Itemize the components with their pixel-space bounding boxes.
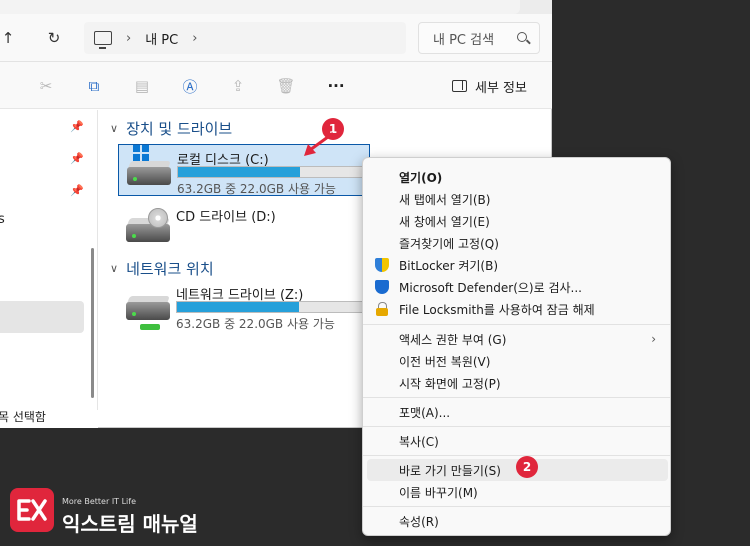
menu-item-properties[interactable]: 속성(R)	[367, 510, 668, 532]
windows-logo-icon	[133, 145, 149, 161]
copy-icon[interactable]: ⧉	[84, 76, 104, 96]
chevron-down-icon: ∨	[110, 262, 119, 275]
command-bar: ✂ ⧉ ▤ Ⓐ ⇪ 🗑 ··· 세부 정보	[0, 62, 552, 109]
submenu-arrow-icon: ›	[651, 332, 656, 346]
navigation-pane: 📌 📌 📌 s 목 선택함	[0, 110, 98, 428]
breadcrumb-this-pc[interactable]: 내 PC	[145, 29, 178, 48]
sidebar-item-selected[interactable]	[0, 301, 84, 333]
drive-space-info: 63.2GB 중 22.0GB 사용 가능	[176, 317, 335, 331]
this-pc-icon	[94, 31, 112, 49]
brand-logo-mark-icon	[17, 499, 47, 521]
drive-usage-bar	[177, 166, 367, 178]
pin-icon[interactable]: 📌	[70, 152, 84, 165]
menu-separator	[363, 324, 670, 325]
menu-separator	[363, 506, 670, 507]
paste-icon[interactable]: ▤	[132, 76, 152, 96]
rename-icon[interactable]: Ⓐ	[180, 76, 200, 96]
local-disk-icon	[127, 145, 171, 185]
context-menu: 열기(O) 새 탭에서 열기(B) 새 창에서 열기(E) 즐겨찾기에 고정(Q…	[362, 157, 671, 536]
status-selected-count: 목 선택함	[0, 410, 46, 424]
pin-icon[interactable]: 📌	[70, 120, 84, 133]
sidebar-scrollbar[interactable]	[91, 248, 94, 398]
menu-item-copy[interactable]: 복사(C)	[367, 430, 668, 452]
menu-separator	[363, 455, 670, 456]
menu-item-label: File Locksmith를 사용하여 잠금 해제	[399, 302, 595, 317]
menu-separator	[363, 397, 670, 398]
menu-item-open-new-tab[interactable]: 새 탭에서 열기(B)	[367, 188, 668, 210]
menu-item-give-access[interactable]: 액세스 권한 부여 (G) ›	[367, 328, 668, 350]
up-arrow-icon[interactable]: ↑	[0, 26, 20, 50]
defender-shield-icon	[375, 280, 389, 294]
brand-tagline: More Better IT Life	[62, 497, 137, 506]
step-badge-2: 2	[516, 456, 538, 478]
drive-z[interactable]: 네트워크 드라이브 (Z:) 63.2GB 중 22.0GB 사용 가능	[118, 280, 370, 332]
menu-item-locksmith[interactable]: File Locksmith를 사용하여 잠금 해제	[367, 298, 668, 320]
breadcrumb-expand-icon[interactable]: ›	[192, 31, 197, 46]
drive-usage-bar	[176, 301, 366, 313]
tab-strip	[0, 0, 552, 14]
drive-usage-fill	[177, 302, 300, 312]
chevron-down-icon: ∨	[110, 122, 119, 135]
drive-d[interactable]: CD 드라이브 (D:)	[118, 202, 370, 254]
group-header-network[interactable]: ∨ 네트워크 위치	[110, 258, 214, 279]
details-label: 세부 정보	[475, 80, 527, 96]
menu-item-restore-versions[interactable]: 이전 버전 복원(V)	[367, 350, 668, 372]
menu-item-bitlocker[interactable]: BitLocker 켜기(B)	[367, 254, 668, 276]
sidebar-item-label[interactable]: s	[0, 212, 5, 227]
menu-item-rename[interactable]: 이름 바꾸기(M)	[367, 481, 668, 503]
search-icon	[517, 32, 527, 42]
cd-drive-icon	[126, 208, 170, 242]
drive-usage-fill	[178, 167, 301, 177]
menu-item-label: BitLocker 켜기(B)	[399, 258, 499, 273]
share-icon[interactable]: ⇪	[228, 76, 248, 96]
pointer-arrow-icon	[304, 132, 334, 156]
brand-title: 익스트림 매뉴얼	[62, 512, 198, 536]
refresh-icon[interactable]: ↻	[42, 26, 66, 50]
group-title: 네트워크 위치	[126, 260, 214, 278]
menu-separator	[363, 426, 670, 427]
details-pane-button[interactable]: 세부 정보	[452, 76, 527, 96]
pin-icon[interactable]: 📌	[70, 184, 84, 197]
breadcrumb-separator-icon[interactable]: ›	[126, 31, 131, 46]
details-pane-icon	[452, 80, 467, 92]
address-bar[interactable]: › 내 PC ›	[84, 22, 406, 54]
menu-item-label: Microsoft Defender(으)로 검사...	[399, 280, 582, 295]
navigation-bar: ↑ ↻ › 내 PC › 내 PC 검색	[0, 14, 552, 62]
menu-item-format[interactable]: 포맷(A)...	[367, 401, 668, 423]
menu-item-open[interactable]: 열기(O)	[367, 166, 668, 188]
group-title: 장치 및 드라이브	[126, 120, 233, 138]
group-header-devices[interactable]: ∨ 장치 및 드라이브	[110, 118, 232, 139]
drive-name: CD 드라이브 (D:)	[176, 210, 276, 225]
more-options-button[interactable]: ···	[326, 76, 346, 96]
search-placeholder: 내 PC 검색	[433, 32, 495, 48]
menu-item-open-new-window[interactable]: 새 창에서 열기(E)	[367, 210, 668, 232]
menu-item-defender[interactable]: Microsoft Defender(으)로 검사...	[367, 276, 668, 298]
menu-item-pin-start[interactable]: 시작 화면에 고정(P)	[367, 372, 668, 394]
delete-icon[interactable]: 🗑	[276, 76, 296, 96]
uac-shield-icon	[375, 258, 389, 272]
search-input[interactable]: 내 PC 검색	[418, 22, 540, 54]
cut-icon[interactable]: ✂	[36, 76, 56, 96]
brand-logo	[10, 488, 54, 532]
menu-item-pin-favorites[interactable]: 즐겨찾기에 고정(Q)	[367, 232, 668, 254]
lock-icon	[375, 302, 389, 316]
drive-space-info: 63.2GB 중 22.0GB 사용 가능	[177, 182, 336, 196]
network-drive-icon	[126, 294, 170, 330]
menu-item-label: 액세스 권한 부여 (G)	[399, 332, 507, 347]
